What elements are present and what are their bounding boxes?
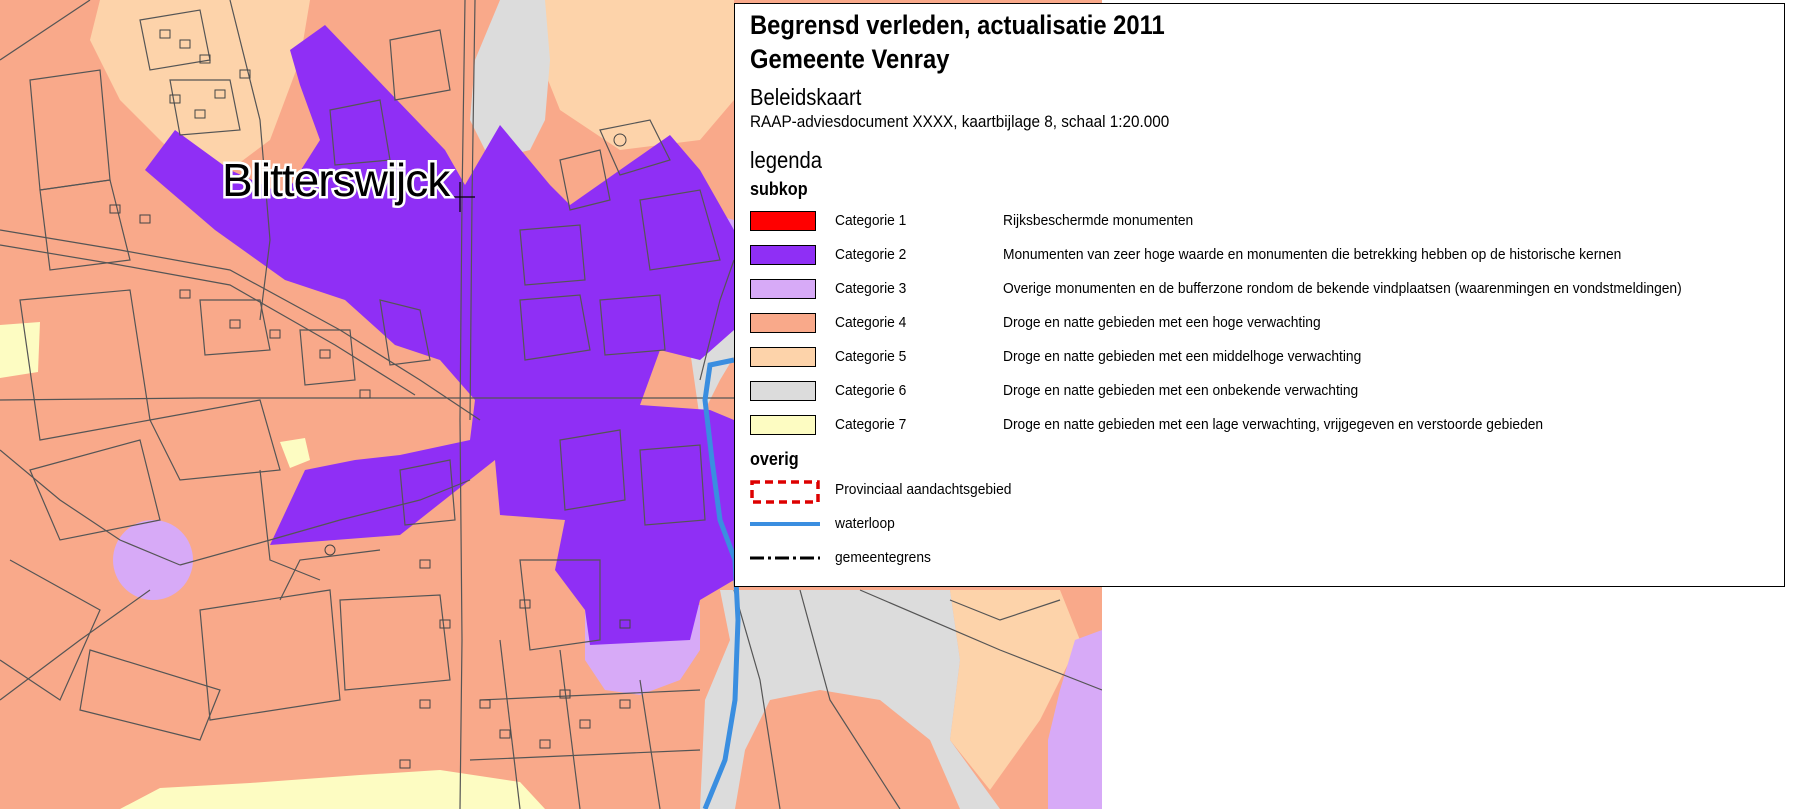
legend-section-overig: overig xyxy=(750,449,799,469)
dash-dot-line-icon xyxy=(750,556,820,560)
swatch-cat6 xyxy=(750,381,816,401)
legend-row-cat7: Categorie 7 Droge en natte gebieden met … xyxy=(750,415,1780,439)
legend-row-aandachtsgebied: Provinciaal aandachtsgebied xyxy=(750,480,1780,504)
legend-cat-label: Categorie 5 xyxy=(835,348,907,365)
swatch-cat7 xyxy=(750,415,816,435)
swatch-cat2 xyxy=(750,245,816,265)
legend-other-label: waterloop xyxy=(835,515,895,532)
legend-heading: legenda xyxy=(750,147,823,173)
dashed-red-box-icon xyxy=(750,480,820,504)
legend-cat-description: Overige monumenten en de bufferzone rond… xyxy=(1003,280,1682,297)
legend-row-cat1: Categorie 1 Rijksbeschermde monumenten xyxy=(750,211,1780,235)
zone-cat3-circle xyxy=(113,520,193,600)
legend-cat-label: Categorie 4 xyxy=(835,314,907,331)
legend-other-label: Provinciaal aandachtsgebied xyxy=(835,481,1012,498)
legend-cat-description: Droge en natte gebieden met een onbekend… xyxy=(1003,382,1359,399)
legend-cat-description: Droge en natte gebieden met een hoge ver… xyxy=(1003,314,1321,331)
legend-row-waterloop: waterloop xyxy=(750,514,1780,538)
legend-row-cat2: Categorie 2 Monumenten van zeer hoge waa… xyxy=(750,245,1780,269)
zone-cat7-west xyxy=(0,322,40,378)
legend-other-label: gemeentegrens xyxy=(835,549,931,566)
blue-line-icon xyxy=(750,522,820,526)
swatch-cat4 xyxy=(750,313,816,333)
legend-subtitle: Beleidskaart xyxy=(750,84,862,110)
legend-row-cat5: Categorie 5 Droge en natte gebieden met … xyxy=(750,347,1780,371)
place-label: Blitterswijck xyxy=(222,154,451,206)
legend-title-line1: Begrensd verleden, actualisatie 2011 xyxy=(750,10,1165,40)
legend-cat-label: Categorie 1 xyxy=(835,212,907,229)
legend-panel: Begrensd verleden, actualisatie 2011 Gem… xyxy=(734,3,1785,587)
legend-cat-description: Droge en natte gebieden met een lage ver… xyxy=(1003,416,1544,433)
swatch-cat5 xyxy=(750,347,816,367)
swatch-cat3 xyxy=(750,279,816,299)
legend-row-cat3: Categorie 3 Overige monumenten en de buf… xyxy=(750,279,1780,303)
legend-cat-description: Monumenten van zeer hoge waarde en monum… xyxy=(1003,246,1622,263)
legend-cat-description: Rijksbeschermde monumenten xyxy=(1003,212,1194,229)
legend-title-line2: Gemeente Venray xyxy=(750,44,950,74)
legend-cat-label: Categorie 7 xyxy=(835,416,907,433)
legend-document-info: RAAP-adviesdocument XXXX, kaartbijlage 8… xyxy=(750,112,1170,131)
swatch-cat1 xyxy=(750,211,816,231)
legend-section-subkop: subkop xyxy=(750,179,808,199)
legend-cat-label: Categorie 6 xyxy=(835,382,907,399)
legend-cat-label: Categorie 2 xyxy=(835,246,907,263)
legend-cat-description: Droge en natte gebieden met een middelho… xyxy=(1003,348,1362,365)
legend-row-gemeentegrens: gemeentegrens xyxy=(750,548,1780,572)
legend-cat-label: Categorie 3 xyxy=(835,280,907,297)
legend-row-cat6: Categorie 6 Droge en natte gebieden met … xyxy=(750,381,1780,405)
legend-row-cat4: Categorie 4 Droge en natte gebieden met … xyxy=(750,313,1780,337)
